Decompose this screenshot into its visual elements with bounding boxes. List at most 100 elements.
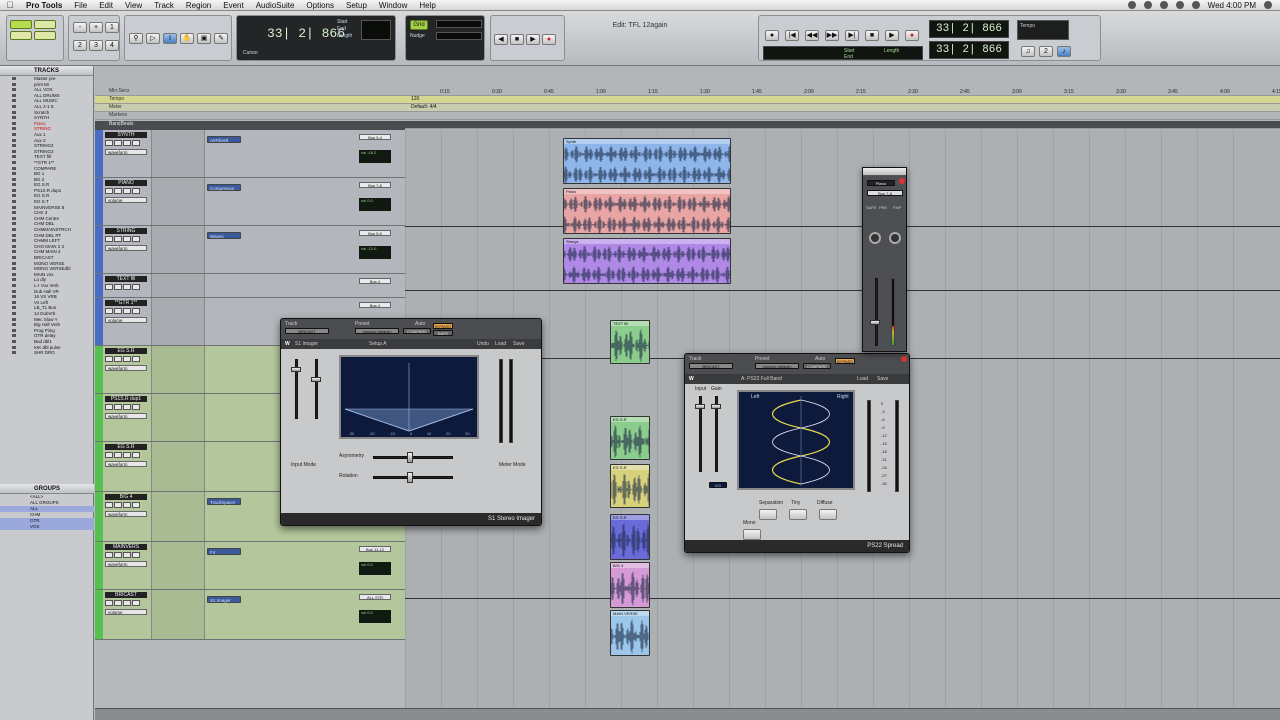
comments-column[interactable]	[151, 542, 205, 589]
stop-button[interactable]: ■	[510, 34, 524, 45]
track-output-selector[interactable]: ALL STR	[359, 594, 391, 600]
comments-column[interactable]	[151, 130, 205, 177]
audio-clip[interactable]: Strings	[563, 238, 731, 284]
track-output-selector[interactable]: Bus 3-4	[359, 134, 391, 140]
s1-width-fader-cap[interactable]	[291, 367, 301, 372]
menu-window[interactable]: Window	[373, 1, 413, 10]
track-row[interactable]: SYNTH waveform AirFilterB Bus 3-4 vol -18.2	[95, 130, 405, 178]
tempo-marker[interactable]: 120	[411, 96, 419, 102]
s1-gain-fader[interactable]	[315, 359, 318, 419]
grid-mode-button[interactable]	[34, 31, 56, 40]
s1-preset-select[interactable]: <factory default>	[355, 328, 399, 334]
transport-ff-button[interactable]: ▶▶	[825, 30, 839, 41]
audio-clip[interactable]: Synth	[563, 138, 731, 184]
zoom-preset-4[interactable]: 4	[105, 40, 119, 51]
audio-clip[interactable]: B/G 4	[610, 562, 650, 608]
track-row[interactable]: PIANO volume Compressor Bus 7-8 vol 0.0	[95, 178, 405, 226]
track-name[interactable]: STRING	[105, 228, 147, 234]
track-output-selector[interactable]: Bus 4	[359, 302, 391, 308]
solo-button[interactable]	[123, 552, 131, 558]
pan-knob-left[interactable]	[869, 232, 881, 244]
transport-end-button[interactable]: ▶|	[845, 30, 859, 41]
audio-clip[interactable]: EG S.R	[610, 416, 650, 460]
mix-strip-fader[interactable]	[875, 278, 878, 346]
s1-undo-button[interactable]: Undo	[477, 341, 489, 347]
zoom-preset-3[interactable]: 3	[89, 40, 103, 51]
track-volume-readout[interactable]: vol -12.0	[359, 246, 391, 259]
menu-options[interactable]: Options	[300, 1, 340, 10]
record-button[interactable]: ●	[542, 34, 556, 45]
ruler-markers[interactable]: Markers	[95, 112, 1280, 120]
sync-icon[interactable]	[1127, 1, 1136, 9]
record-enable-button[interactable]	[105, 188, 113, 194]
s1-load-button[interactable]: Load	[495, 341, 506, 347]
ps22-save-button[interactable]: Save	[877, 376, 888, 382]
ps22-load-button[interactable]: Load	[857, 376, 868, 382]
track-view-selector[interactable]: waveform	[105, 149, 147, 155]
ps22-bypass-button[interactable]: BYPASS	[835, 358, 855, 364]
zoom-preset-2[interactable]: 2	[73, 40, 87, 51]
meter-marker[interactable]: Default: 4/4	[411, 104, 437, 110]
play-button[interactable]: ▶	[526, 34, 540, 45]
shuffle-mode-button[interactable]	[10, 20, 32, 29]
grid-button[interactable]: Grid	[410, 20, 428, 30]
mute-button[interactable]	[132, 452, 140, 458]
mix-strip-pre-label[interactable]: PRE	[879, 205, 887, 210]
mute-button[interactable]	[132, 552, 140, 558]
track-name[interactable]: EG S.R	[105, 348, 147, 354]
track-row[interactable]: BRICAST volume S1 Imager ALL STR vol 0.0	[95, 590, 405, 640]
record-enable-button[interactable]	[105, 552, 113, 558]
track-volume-readout[interactable]: vol -18.2	[359, 150, 391, 163]
track-view-selector[interactable]: waveform	[105, 245, 147, 251]
mix-strip-safe-label[interactable]: SAFE	[866, 205, 876, 210]
s1-asymmetry-knob[interactable]	[407, 452, 413, 463]
menu-edit[interactable]: Edit	[93, 1, 119, 10]
mute-button[interactable]	[132, 502, 140, 508]
solo-button[interactable]	[123, 284, 131, 290]
record-enable-button[interactable]	[105, 236, 113, 242]
ps22-value-display[interactable]: 0.0	[709, 482, 727, 488]
track-name[interactable]: PS1S.R dup1	[105, 396, 147, 402]
nudge-value[interactable]	[436, 32, 482, 40]
record-enable-button[interactable]	[105, 600, 113, 606]
track-view-selector[interactable]: volume	[105, 317, 147, 323]
apple-icon[interactable]: 	[0, 0, 20, 10]
tempo-display[interactable]: Tempo	[1017, 20, 1069, 40]
s1-compare-button[interactable]: COMPARE	[403, 328, 431, 334]
ps22-setup-label[interactable]: A: PS22 Full Band	[741, 376, 782, 382]
s1-bypass-button[interactable]: BYPASS	[433, 323, 453, 329]
spot-mode-button[interactable]	[34, 20, 56, 29]
input-monitor-button[interactable]	[114, 600, 122, 606]
menu-view[interactable]: View	[119, 1, 148, 10]
menu-event[interactable]: Event	[217, 1, 249, 10]
mute-button[interactable]	[132, 308, 140, 314]
mix-strip-close-icon[interactable]	[899, 178, 905, 184]
input-monitor-button[interactable]	[114, 404, 122, 410]
ruler-meter[interactable]: Meter Default: 4/4	[95, 104, 1280, 112]
groups-list-item[interactable]: VOX	[0, 524, 94, 530]
track-volume-readout[interactable]: vol 0.0	[359, 562, 391, 575]
menu-setup[interactable]: Setup	[340, 1, 373, 10]
mute-button[interactable]	[132, 356, 140, 362]
zoom-in-button[interactable]: +	[89, 22, 103, 33]
mix-strip-fader-cap[interactable]	[870, 320, 880, 325]
track-name[interactable]: **GTR 1**	[105, 300, 147, 306]
comments-column[interactable]	[151, 492, 205, 541]
track-row[interactable]: TEXT fill Bus 4	[95, 274, 405, 298]
input-monitor-button[interactable]	[114, 452, 122, 458]
track-volume-readout[interactable]: vol 0.0	[359, 610, 391, 623]
ps22-mono-button[interactable]	[743, 529, 761, 540]
comments-column[interactable]	[151, 178, 205, 225]
tracks-list-header[interactable]: TRACKS	[0, 66, 93, 76]
comments-column[interactable]	[151, 274, 205, 297]
record-enable-button[interactable]	[105, 452, 113, 458]
track-output-selector[interactable]: Bus 7-8	[359, 182, 391, 188]
track-output-selector[interactable]: Bus 11-12	[359, 546, 391, 552]
solo-button[interactable]	[123, 188, 131, 194]
track-name[interactable]: EG S.R	[105, 444, 147, 450]
mute-button[interactable]	[132, 284, 140, 290]
audio-clip[interactable]: EG S.R	[610, 514, 650, 560]
audio-clip[interactable]: EG S.R	[610, 464, 650, 508]
mix-strip-name[interactable]: Piano	[867, 180, 895, 186]
mute-button[interactable]	[132, 236, 140, 242]
